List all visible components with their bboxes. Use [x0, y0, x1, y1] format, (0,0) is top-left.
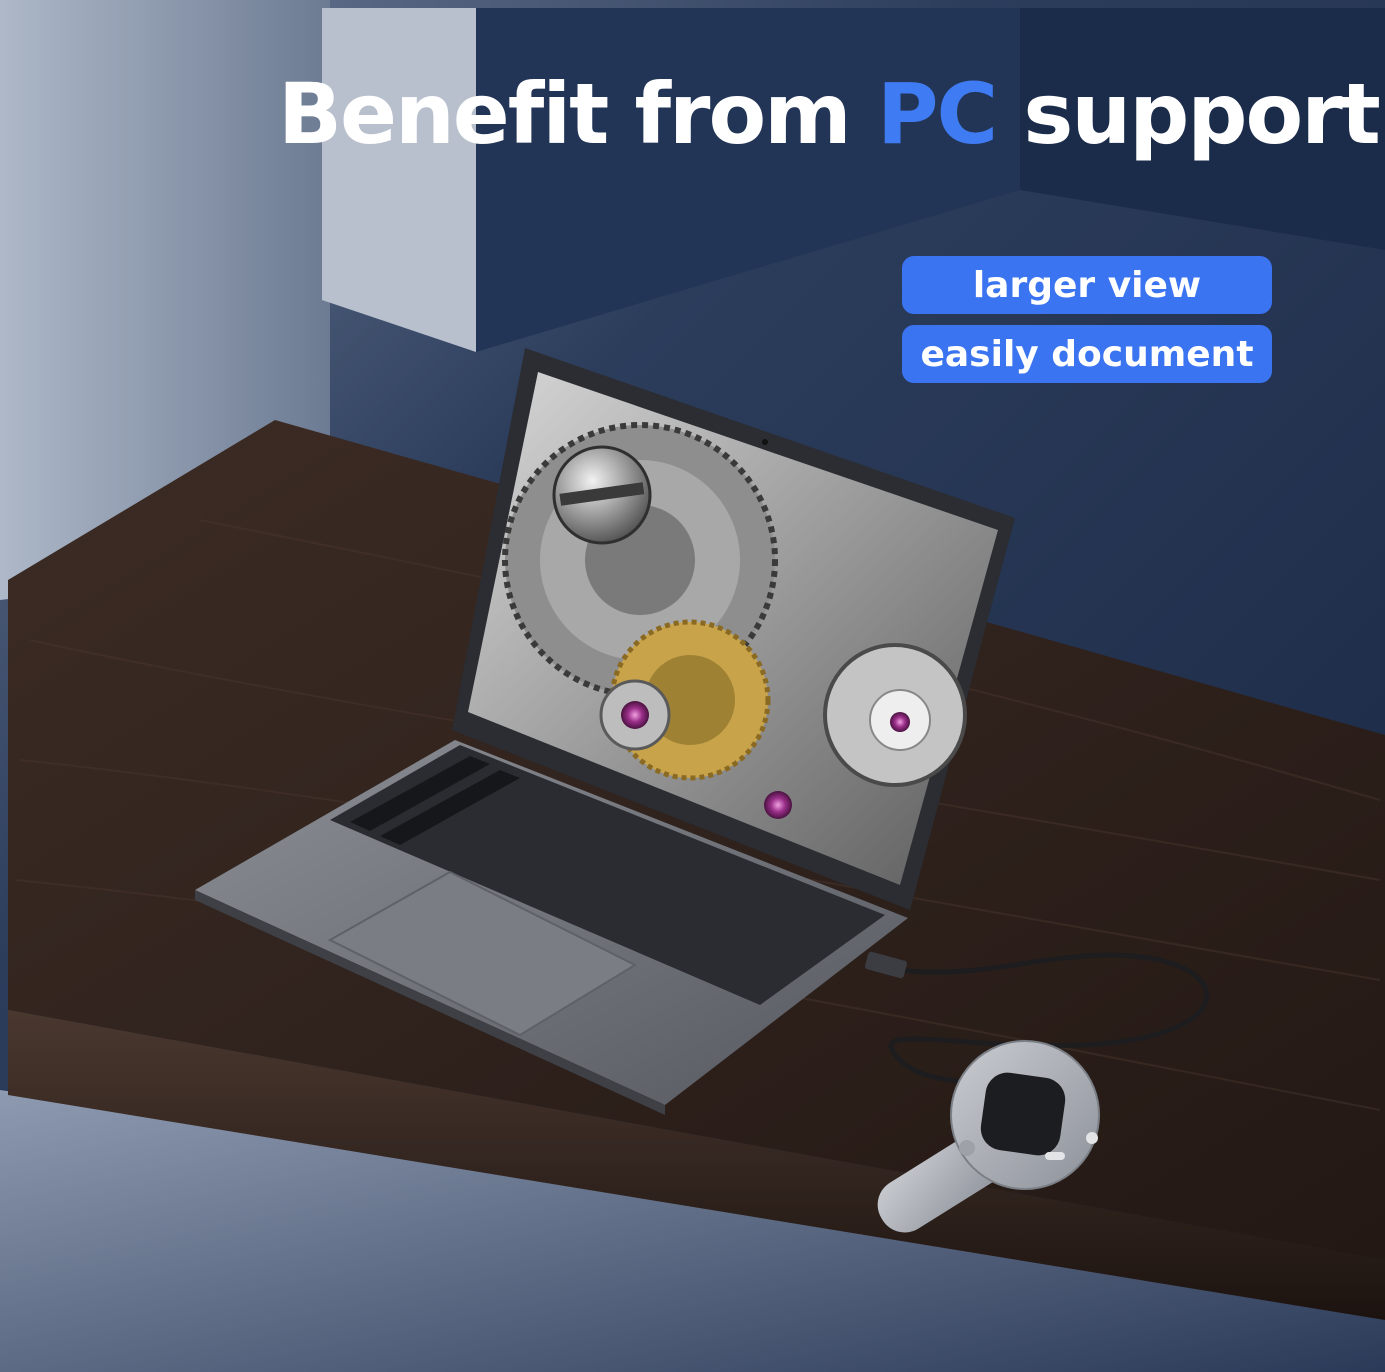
headline: Benefit from PC support	[278, 65, 1381, 163]
feature-badge-larger-view: larger view	[902, 256, 1272, 314]
headline-text-1: Benefit from	[278, 65, 877, 163]
headline-highlight: PC	[876, 65, 998, 163]
product-scene-illustration	[0, 0, 1385, 1372]
feature-badge-label: easily document	[920, 333, 1254, 375]
feature-badge-label: larger view	[972, 264, 1202, 306]
headline-text-2: support	[996, 65, 1380, 163]
product-banner: Benefit from PC support larger view easi…	[0, 0, 1385, 1372]
feature-badge-easily-document: easily document	[902, 325, 1272, 383]
